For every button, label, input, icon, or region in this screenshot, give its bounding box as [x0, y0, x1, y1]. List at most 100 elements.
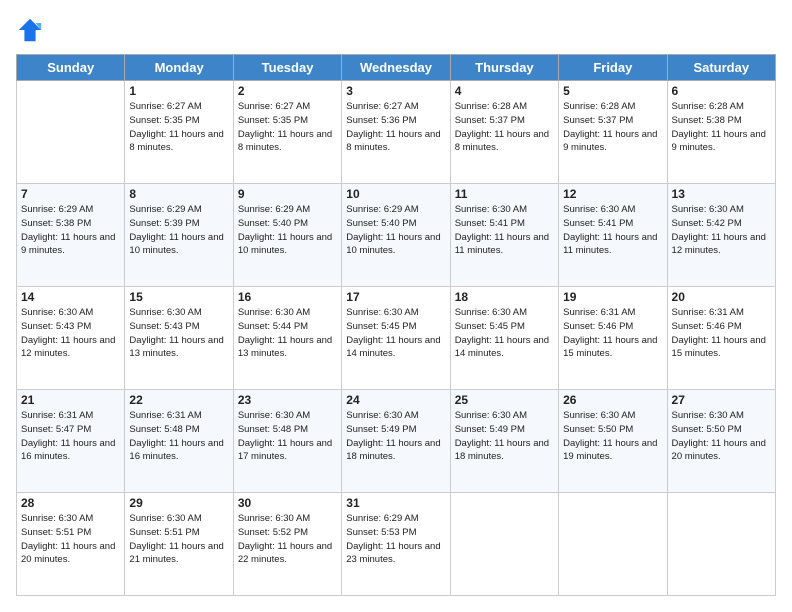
- day-number: 8: [129, 187, 228, 201]
- daylight-text: Daylight: 11 hours and 20 minutes.: [672, 438, 766, 463]
- day-info: Sunrise: 6:27 AM Sunset: 5:36 PM Dayligh…: [346, 100, 445, 155]
- sunrise-text: Sunrise: 6:31 AM: [563, 307, 635, 318]
- week-row-1: 1 Sunrise: 6:27 AM Sunset: 5:35 PM Dayli…: [17, 81, 776, 184]
- day-number: 1: [129, 84, 228, 98]
- day-number: 26: [563, 393, 662, 407]
- day-info: Sunrise: 6:30 AM Sunset: 5:51 PM Dayligh…: [129, 512, 228, 567]
- weekday-header-monday: Monday: [125, 55, 233, 81]
- week-row-2: 7 Sunrise: 6:29 AM Sunset: 5:38 PM Dayli…: [17, 184, 776, 287]
- day-info: Sunrise: 6:30 AM Sunset: 5:41 PM Dayligh…: [563, 203, 662, 258]
- calendar-cell: 6 Sunrise: 6:28 AM Sunset: 5:38 PM Dayli…: [667, 81, 775, 184]
- sunset-text: Sunset: 5:41 PM: [455, 218, 525, 229]
- sunrise-text: Sunrise: 6:27 AM: [238, 101, 310, 112]
- day-info: Sunrise: 6:30 AM Sunset: 5:43 PM Dayligh…: [129, 306, 228, 361]
- day-number: 7: [21, 187, 120, 201]
- sunset-text: Sunset: 5:44 PM: [238, 321, 308, 332]
- calendar-cell: 12 Sunrise: 6:30 AM Sunset: 5:41 PM Dayl…: [559, 184, 667, 287]
- daylight-text: Daylight: 11 hours and 9 minutes.: [21, 232, 115, 257]
- sunrise-text: Sunrise: 6:30 AM: [238, 513, 310, 524]
- sunset-text: Sunset: 5:50 PM: [672, 424, 742, 435]
- day-number: 15: [129, 290, 228, 304]
- day-info: Sunrise: 6:30 AM Sunset: 5:44 PM Dayligh…: [238, 306, 337, 361]
- daylight-text: Daylight: 11 hours and 9 minutes.: [563, 129, 657, 154]
- daylight-text: Daylight: 11 hours and 18 minutes.: [346, 438, 440, 463]
- day-info: Sunrise: 6:30 AM Sunset: 5:45 PM Dayligh…: [346, 306, 445, 361]
- calendar-cell: 7 Sunrise: 6:29 AM Sunset: 5:38 PM Dayli…: [17, 184, 125, 287]
- weekday-header-sunday: Sunday: [17, 55, 125, 81]
- sunrise-text: Sunrise: 6:30 AM: [21, 307, 93, 318]
- weekday-header-tuesday: Tuesday: [233, 55, 341, 81]
- calendar-cell: 4 Sunrise: 6:28 AM Sunset: 5:37 PM Dayli…: [450, 81, 558, 184]
- sunrise-text: Sunrise: 6:30 AM: [563, 204, 635, 215]
- calendar-cell: 14 Sunrise: 6:30 AM Sunset: 5:43 PM Dayl…: [17, 287, 125, 390]
- day-number: 9: [238, 187, 337, 201]
- logo: [16, 16, 48, 44]
- day-info: Sunrise: 6:31 AM Sunset: 5:46 PM Dayligh…: [563, 306, 662, 361]
- sunrise-text: Sunrise: 6:29 AM: [238, 204, 310, 215]
- day-info: Sunrise: 6:28 AM Sunset: 5:37 PM Dayligh…: [455, 100, 554, 155]
- day-info: Sunrise: 6:30 AM Sunset: 5:52 PM Dayligh…: [238, 512, 337, 567]
- daylight-text: Daylight: 11 hours and 13 minutes.: [238, 335, 332, 360]
- calendar-cell: [559, 493, 667, 596]
- daylight-text: Daylight: 11 hours and 11 minutes.: [455, 232, 549, 257]
- calendar-cell: 22 Sunrise: 6:31 AM Sunset: 5:48 PM Dayl…: [125, 390, 233, 493]
- week-row-3: 14 Sunrise: 6:30 AM Sunset: 5:43 PM Dayl…: [17, 287, 776, 390]
- sunrise-text: Sunrise: 6:27 AM: [346, 101, 418, 112]
- day-number: 2: [238, 84, 337, 98]
- sunset-text: Sunset: 5:51 PM: [21, 527, 91, 538]
- day-number: 25: [455, 393, 554, 407]
- day-number: 4: [455, 84, 554, 98]
- sunrise-text: Sunrise: 6:30 AM: [455, 410, 527, 421]
- day-number: 5: [563, 84, 662, 98]
- calendar-cell: [667, 493, 775, 596]
- sunrise-text: Sunrise: 6:29 AM: [129, 204, 201, 215]
- calendar-cell: 5 Sunrise: 6:28 AM Sunset: 5:37 PM Dayli…: [559, 81, 667, 184]
- sunset-text: Sunset: 5:38 PM: [672, 115, 742, 126]
- calendar-cell: 23 Sunrise: 6:30 AM Sunset: 5:48 PM Dayl…: [233, 390, 341, 493]
- sunset-text: Sunset: 5:39 PM: [129, 218, 199, 229]
- sunrise-text: Sunrise: 6:30 AM: [238, 307, 310, 318]
- day-number: 18: [455, 290, 554, 304]
- calendar-cell: 16 Sunrise: 6:30 AM Sunset: 5:44 PM Dayl…: [233, 287, 341, 390]
- sunset-text: Sunset: 5:51 PM: [129, 527, 199, 538]
- day-info: Sunrise: 6:30 AM Sunset: 5:50 PM Dayligh…: [563, 409, 662, 464]
- calendar-table: SundayMondayTuesdayWednesdayThursdayFrid…: [16, 54, 776, 596]
- sunrise-text: Sunrise: 6:31 AM: [129, 410, 201, 421]
- sunrise-text: Sunrise: 6:30 AM: [672, 204, 744, 215]
- day-number: 14: [21, 290, 120, 304]
- calendar-cell: 13 Sunrise: 6:30 AM Sunset: 5:42 PM Dayl…: [667, 184, 775, 287]
- day-number: 6: [672, 84, 771, 98]
- sunset-text: Sunset: 5:48 PM: [238, 424, 308, 435]
- calendar-cell: 2 Sunrise: 6:27 AM Sunset: 5:35 PM Dayli…: [233, 81, 341, 184]
- day-number: 20: [672, 290, 771, 304]
- daylight-text: Daylight: 11 hours and 22 minutes.: [238, 541, 332, 566]
- sunrise-text: Sunrise: 6:30 AM: [455, 204, 527, 215]
- sunrise-text: Sunrise: 6:30 AM: [346, 410, 418, 421]
- sunrise-text: Sunrise: 6:28 AM: [672, 101, 744, 112]
- sunset-text: Sunset: 5:40 PM: [238, 218, 308, 229]
- day-info: Sunrise: 6:29 AM Sunset: 5:39 PM Dayligh…: [129, 203, 228, 258]
- daylight-text: Daylight: 11 hours and 15 minutes.: [563, 335, 657, 360]
- daylight-text: Daylight: 11 hours and 18 minutes.: [455, 438, 549, 463]
- day-info: Sunrise: 6:30 AM Sunset: 5:50 PM Dayligh…: [672, 409, 771, 464]
- day-number: 11: [455, 187, 554, 201]
- sunrise-text: Sunrise: 6:30 AM: [672, 410, 744, 421]
- day-number: 24: [346, 393, 445, 407]
- daylight-text: Daylight: 11 hours and 8 minutes.: [346, 129, 440, 154]
- sunset-text: Sunset: 5:43 PM: [129, 321, 199, 332]
- day-number: 22: [129, 393, 228, 407]
- daylight-text: Daylight: 11 hours and 11 minutes.: [563, 232, 657, 257]
- calendar-cell: [450, 493, 558, 596]
- sunset-text: Sunset: 5:49 PM: [346, 424, 416, 435]
- day-number: 31: [346, 496, 445, 510]
- calendar-cell: 27 Sunrise: 6:30 AM Sunset: 5:50 PM Dayl…: [667, 390, 775, 493]
- daylight-text: Daylight: 11 hours and 13 minutes.: [129, 335, 223, 360]
- daylight-text: Daylight: 11 hours and 16 minutes.: [21, 438, 115, 463]
- day-number: 30: [238, 496, 337, 510]
- day-info: Sunrise: 6:29 AM Sunset: 5:40 PM Dayligh…: [238, 203, 337, 258]
- day-number: 28: [21, 496, 120, 510]
- calendar-page: SundayMondayTuesdayWednesdayThursdayFrid…: [0, 0, 792, 612]
- sunrise-text: Sunrise: 6:30 AM: [129, 513, 201, 524]
- day-number: 13: [672, 187, 771, 201]
- daylight-text: Daylight: 11 hours and 9 minutes.: [672, 129, 766, 154]
